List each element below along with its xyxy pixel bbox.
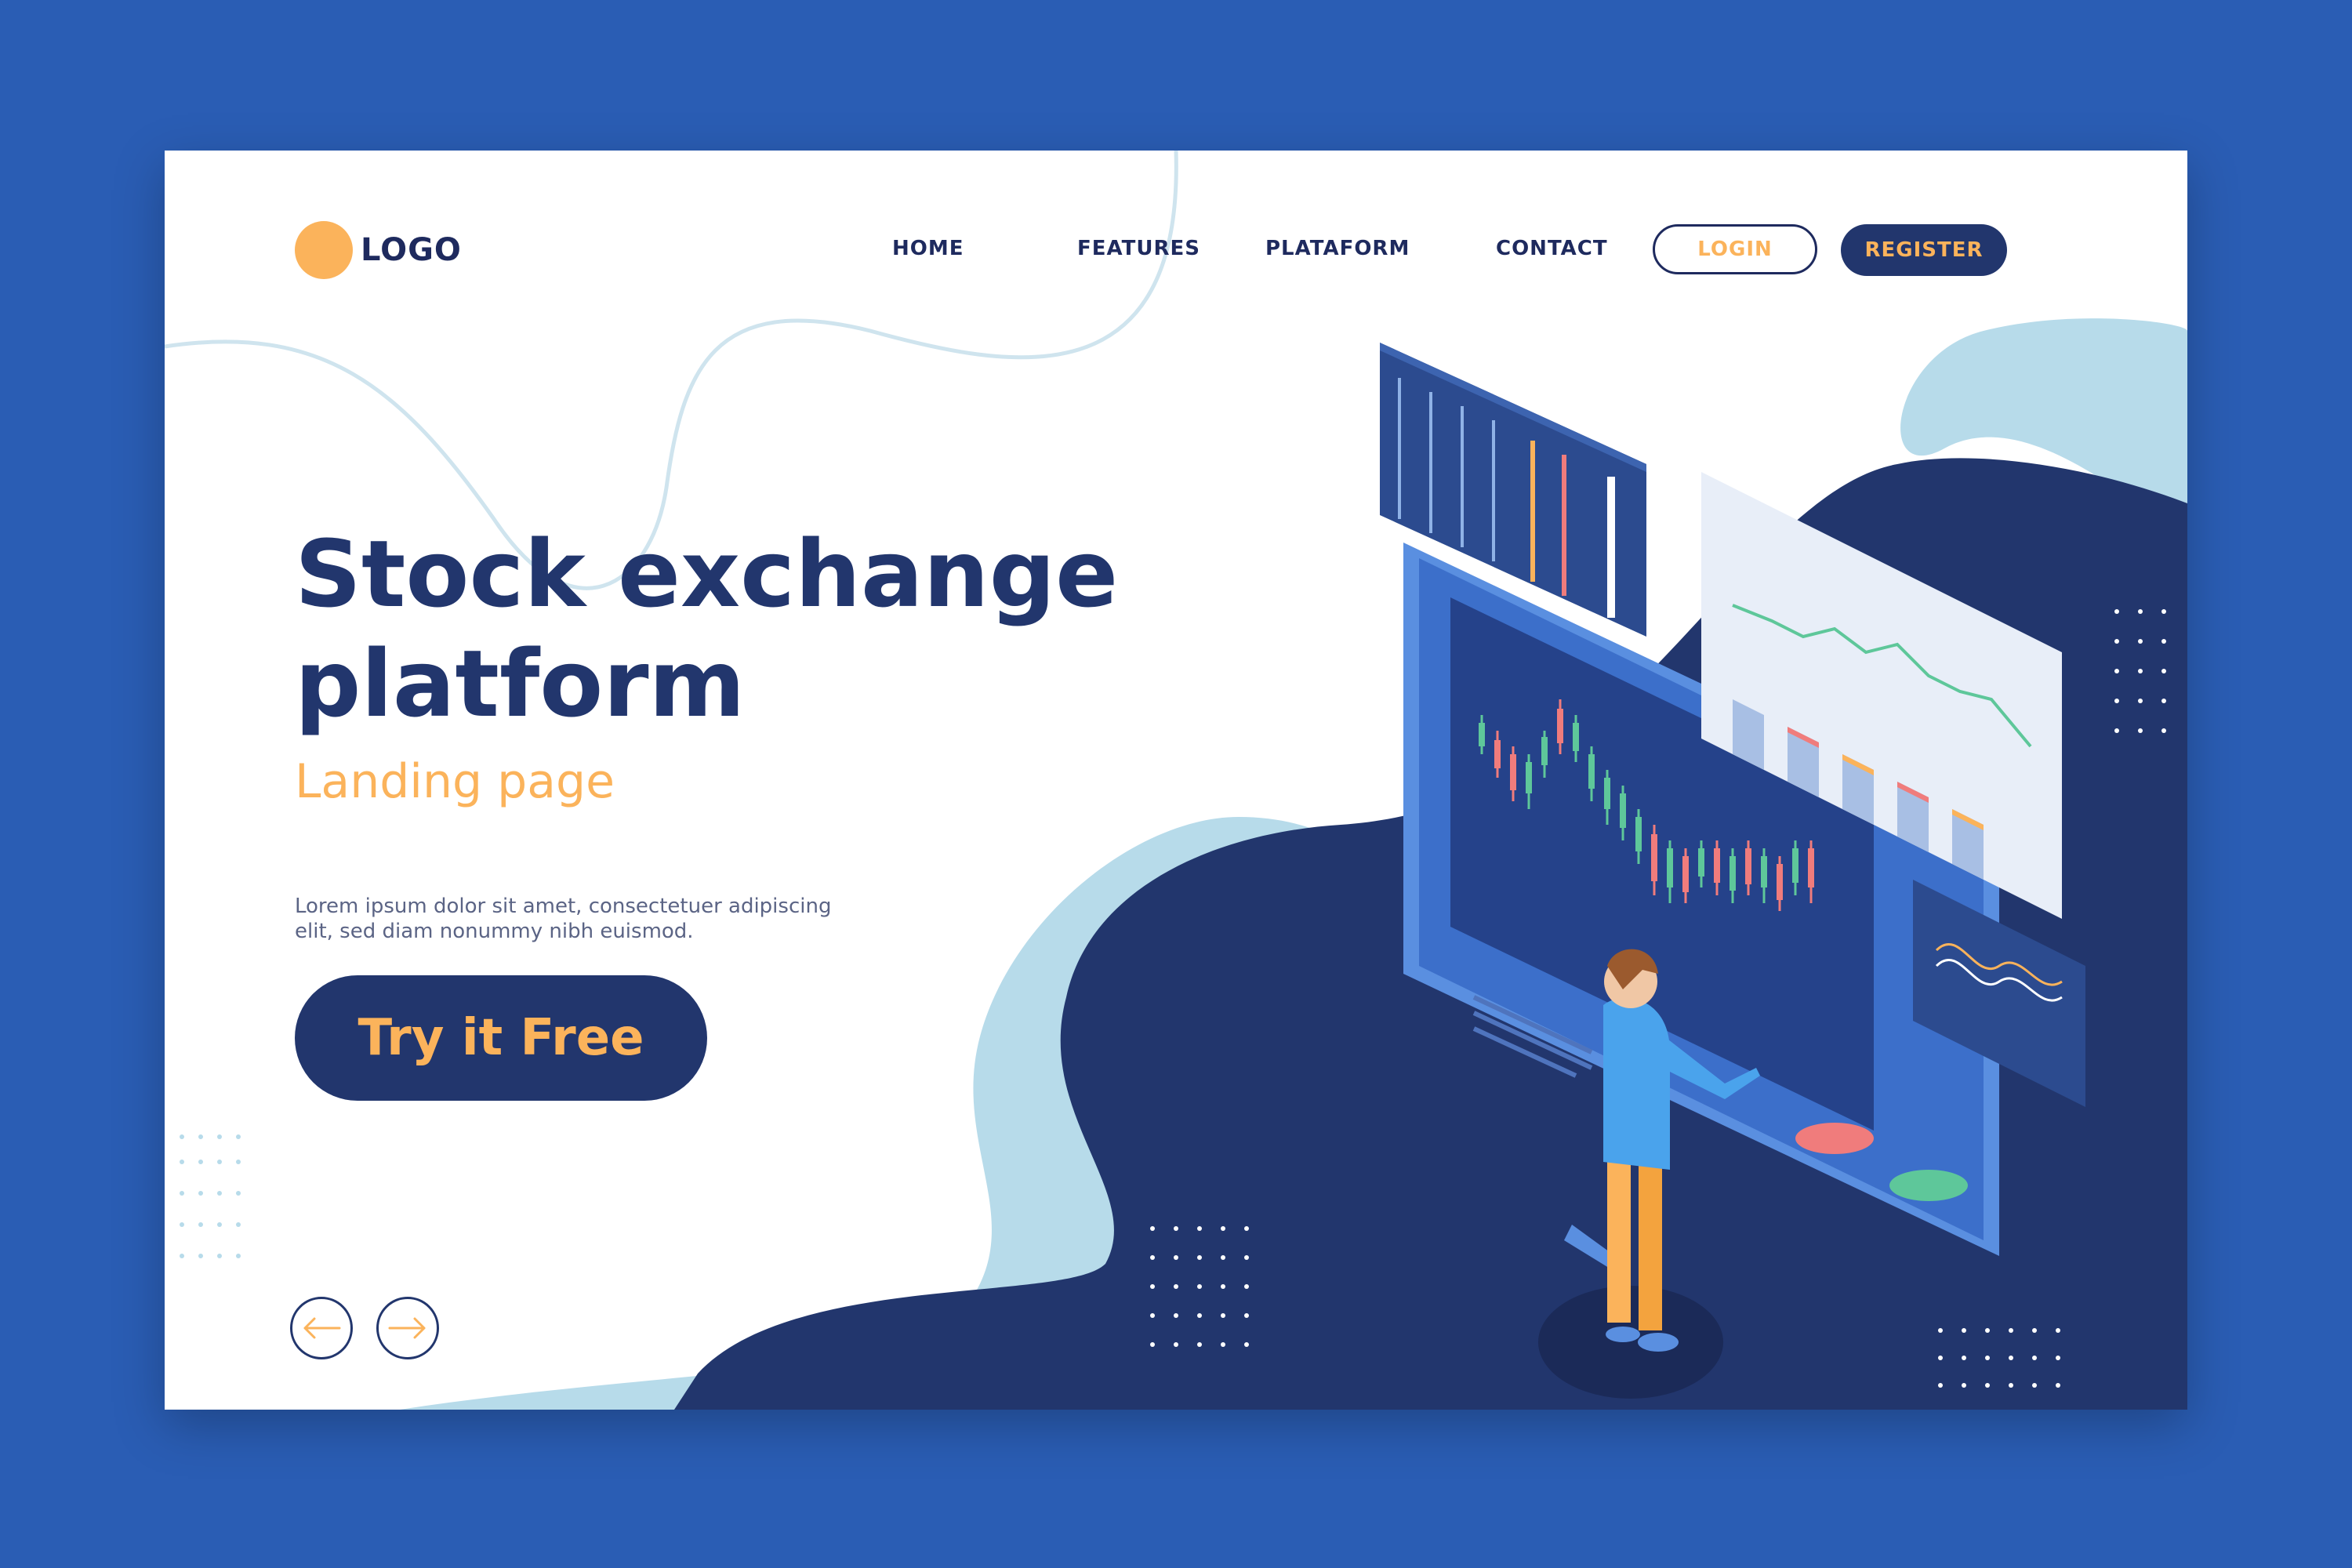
arrow-left-icon [303, 1317, 341, 1339]
nav-item-features[interactable]: FEATURES [1077, 237, 1200, 260]
nav-item-contact[interactable]: CONTACT [1496, 237, 1608, 260]
dot-grid-left [180, 1134, 241, 1258]
hero-title-line-1: Stock exchange [295, 520, 1119, 628]
next-slide-button[interactable] [376, 1297, 439, 1359]
logo-text: LOGO [361, 232, 462, 268]
nav-item-platform[interactable]: PLATAFORM [1265, 237, 1410, 260]
hero-subtitle: Landing page [295, 754, 615, 809]
hero-title-line-2: platform [295, 630, 746, 738]
hero-description: Lorem ipsum dolor sit amet, consectetuer… [295, 895, 832, 943]
register-button[interactable]: REGISTER [1841, 224, 2007, 276]
arrow-right-icon [388, 1317, 426, 1339]
nav-item-home[interactable]: HOME [892, 237, 964, 260]
landing-page-frame: LOGO HOME FEATURES PLATAFORM CONTACT LOG… [165, 151, 2187, 1410]
brand-logo[interactable]: LOGO [295, 221, 462, 279]
prev-slide-button[interactable] [290, 1297, 353, 1359]
try-free-button[interactable]: Try it Free [295, 975, 707, 1101]
logo-circle-icon [295, 221, 353, 279]
login-button[interactable]: LOGIN [1653, 224, 1817, 274]
hero-title: Stock exchange platform [295, 519, 1236, 739]
